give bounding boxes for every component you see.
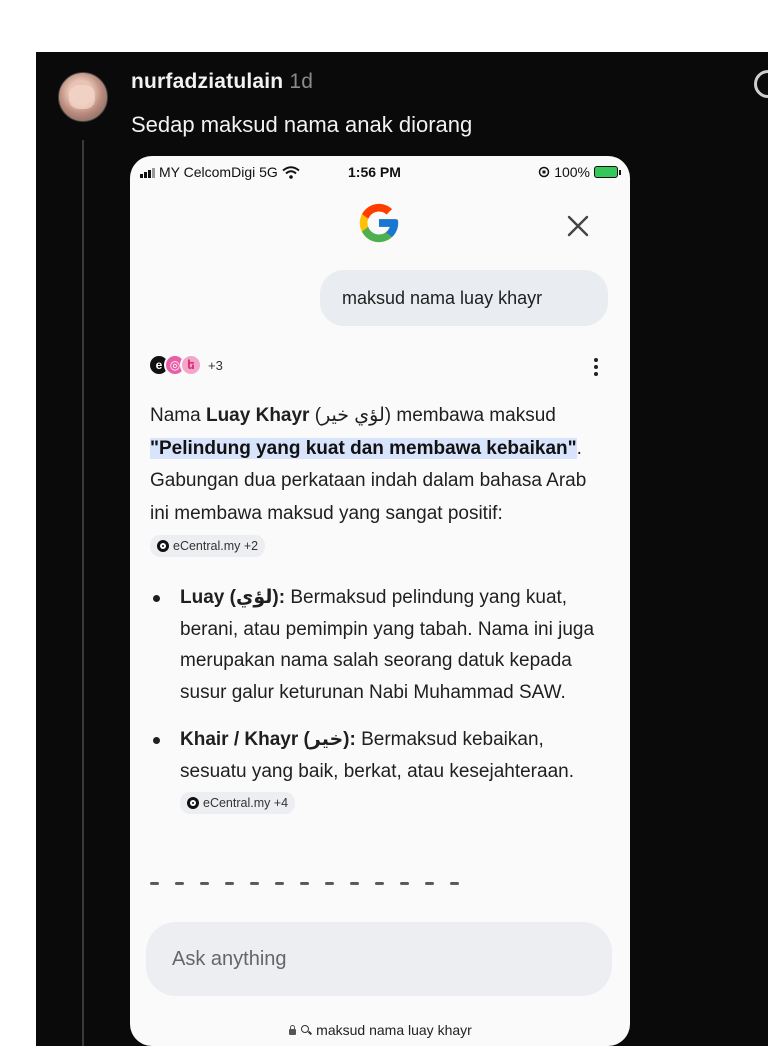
answer-text: (لؤي خير) membawa maksud (309, 405, 556, 426)
post-timestamp: 1d (289, 70, 314, 93)
source-icon-3: ե (180, 354, 202, 376)
answer-highlight: "Pelindung yang kuat dan membawa kebaika… (150, 437, 577, 459)
thread-line (82, 140, 84, 1046)
source-chip[interactable]: eCentral.my +4 (180, 791, 296, 814)
source-chip[interactable]: eCentral.my +2 (150, 534, 266, 557)
source-chip-label: eCentral.my +2 (173, 538, 259, 553)
source-chip-label: eCentral.my +4 (203, 795, 289, 810)
answer-text: Nama (150, 405, 206, 426)
more-vert-icon[interactable] (588, 358, 604, 376)
list-item: Khair / Khayr (خير): Bermaksud kebaikan,… (150, 724, 610, 819)
avatar[interactable] (58, 72, 108, 122)
list-item: Luay (لؤي): Bermaksud pelindung yang kua… (150, 582, 610, 708)
ecentral-icon (187, 796, 199, 809)
battery-icon (594, 166, 621, 178)
username-text[interactable]: nurfadziatulain (131, 70, 283, 93)
post-caption: Sedap maksud nama anak diorang (131, 112, 473, 137)
url-text: maksud nama luay khayr (316, 1022, 472, 1038)
ask-anything-input[interactable]: Ask anything (146, 922, 612, 996)
status-bar: MY CelcomDigi 5G 1:56 PM 100% (130, 156, 630, 188)
search-icon (301, 1024, 312, 1036)
close-icon[interactable] (564, 212, 592, 240)
screenshot-page: nurfadziatulain 1d Sedap maksud nama anak… (0, 0, 768, 1056)
signal-icon (140, 167, 155, 178)
ecentral-icon (157, 539, 169, 552)
wifi-icon (282, 165, 300, 179)
bullet-term: Khair / Khayr (خير): (180, 729, 356, 750)
bullet-term: Luay (لؤي): (180, 587, 286, 608)
carrier-label: MY CelcomDigi 5G (159, 164, 278, 180)
answer-name: Luay Khayr (205, 405, 310, 426)
scroll-fade (130, 882, 630, 922)
google-logo-icon (359, 203, 399, 243)
answer-bullet-list: Luay (لؤي): Bermaksud pelindung yang kua… (150, 582, 610, 835)
battery-percent: 100% (554, 164, 590, 180)
query-bubble: maksud nama luay khayr (320, 270, 608, 326)
lock-icon (288, 1025, 297, 1035)
embedded-phone-screenshot: MY CelcomDigi 5G 1:56 PM 100% maksud nam… (130, 156, 630, 1046)
orientation-lock-icon (538, 166, 550, 178)
url-bar[interactable]: maksud nama luay khayr (130, 1014, 630, 1046)
ai-answer-paragraph: Nama Luay Khayr (لؤي خير) membawa maksud… (150, 400, 610, 563)
sources-row[interactable]: e ◎ ե +3 (148, 352, 223, 378)
sources-more-count: +3 (208, 357, 223, 373)
post-username[interactable]: nurfadziatulain 1d (131, 70, 313, 94)
status-time: 1:56 PM (348, 164, 401, 180)
